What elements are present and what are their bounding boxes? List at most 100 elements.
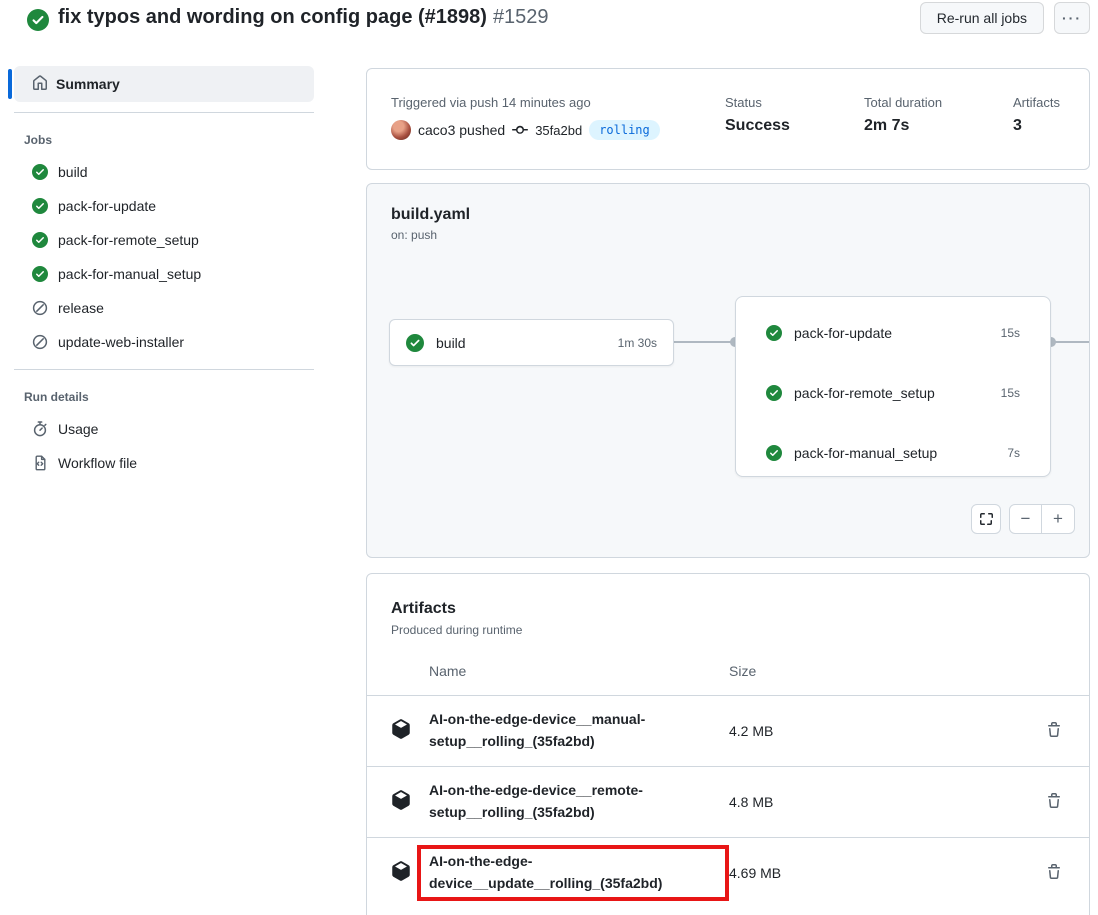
package-icon [391,790,411,810]
graph-job-pack-for-update[interactable]: pack-for-update 15s [736,309,1050,357]
package-icon [391,861,411,881]
sidebar-job-update-web-installer[interactable]: update-web-installer [0,325,341,359]
jobs-list: build pack-for-update pack-for-remote_setu… [0,155,341,359]
artifacts-subtitle: Produced during runtime [367,618,1089,637]
artifact-row: AI-on-the-edge-device__update__rolling_(… [367,837,1089,908]
sidebar-item-summary[interactable]: Summary [8,66,314,102]
skip-icon [32,300,48,316]
check-circle-icon [32,232,48,248]
artifact-name-link[interactable]: AI-on-the-edge-device__manual-setup__rol… [429,709,729,752]
workflow-graph-card: build.yaml on: push build 1m 30s pack-fo… [366,183,1090,558]
sidebar-summary-label: Summary [56,76,120,92]
graph-job-pack-for-manual_setup[interactable]: pack-for-manual_setup7s [736,429,1050,477]
artifacts-table-body: AI-on-the-edge-device__manual-setup__rol… [367,695,1089,908]
avatar[interactable] [391,120,411,140]
artifact-row: AI-on-the-edge-device__remote-setup__rol… [367,766,1089,837]
trash-icon [1046,864,1062,880]
delete-artifact-button[interactable] [1043,862,1065,884]
graph-edge [674,341,735,343]
run-title-text: fix typos and wording on config page (#1… [58,6,487,28]
actor-pushed-text[interactable]: caco3 pushed [418,122,505,138]
run-details-heading: Run details [24,390,341,404]
artifact-name-link[interactable]: AI-on-the-edge-device__remote-setup__rol… [429,780,729,823]
file-code-icon [32,455,48,471]
job-label: pack-for-remote_setup [58,232,199,248]
skip-icon [32,334,48,350]
more-options-button[interactable]: ··· [1054,2,1090,34]
job-label: pack-for-update [794,325,989,341]
trigger-line: Triggered via push 14 minutes ago [391,95,725,110]
run-detail-label: Usage [58,421,98,437]
job-label: pack-for-remote_setup [794,385,989,401]
check-circle-icon [32,198,48,214]
sidebar-job-pack-for-update[interactable]: pack-for-update [0,189,341,223]
sidebar-divider [14,112,314,113]
sidebar-job-release[interactable]: release [0,291,341,325]
status-label: Status [725,95,864,110]
artifact-row: AI-on-the-edge-device__manual-setup__rol… [367,695,1089,766]
trash-icon [1046,722,1062,738]
graph-controls: − + [971,504,1075,534]
artifact-name-text: AI-on-the-edge-device__remote-setup__rol… [429,782,643,820]
delete-artifact-button[interactable] [1043,720,1065,742]
screen-full-icon [978,511,994,527]
workflow-file-name: build.yaml [367,184,1089,224]
page-title: fix typos and wording on config page (#1… [58,6,549,29]
commit-sha-link[interactable]: 35fa2bd [535,123,582,138]
annotation-highlight-box: AI-on-the-edge-device__update__rolling_(… [417,845,729,900]
branch-badge[interactable]: rolling [589,120,660,140]
job-label: update-web-installer [58,334,184,350]
artifacts-card: Artifacts Produced during runtime Name S… [366,573,1090,915]
job-label: build [436,335,606,351]
graph-job-group: pack-for-update 15s pack-for-remote_setup 1… [735,296,1051,477]
git-commit-icon [512,122,528,138]
graph-job-pack-for-remote_setup[interactable]: pack-for-remote_setup 15s [736,369,1050,417]
trash-icon [1046,793,1062,809]
job-label: pack-for-manual_setup [794,445,995,461]
sidebar-item-usage[interactable]: Usage [0,412,341,446]
sidebar-divider [14,369,314,370]
artifact-size: 4.8 MB [729,794,1043,810]
check-circle-icon [766,325,782,341]
sidebar-item-workflow-file[interactable]: Workflow file [0,446,341,480]
delete-artifact-button[interactable] [1043,791,1065,813]
zoom-in-button[interactable]: + [1042,505,1074,533]
duration-label: Total duration [864,95,1013,110]
jobs-heading: Jobs [24,133,341,147]
artifacts-count-value: 3 [1013,117,1089,135]
column-header-size: Size [729,663,1043,679]
check-circle-icon [27,9,49,36]
rerun-all-jobs-button[interactable]: Re-run all jobs [920,2,1044,34]
artifact-size: 4.69 MB [729,865,1043,881]
run-summary-card: Triggered via push 14 minutes ago caco3 … [366,68,1090,170]
duration-value: 2m 7s [864,117,1013,135]
graph-edge [1051,341,1090,343]
artifacts-table-header: Name Size [367,663,1089,695]
workflow-trigger: on: push [367,224,1089,242]
run-number: #1529 [493,6,549,28]
job-duration: 15s [1001,326,1020,340]
zoom-control: − + [1009,504,1075,534]
sidebar: Summary Jobs build pack-for-update pack-fo… [0,66,341,480]
status-value: Success [725,117,864,135]
check-circle-icon [766,445,782,461]
header-actions: Re-run all jobs ··· [920,2,1090,34]
sidebar-job-pack-for-remote_setup[interactable]: pack-for-remote_setup [0,223,341,257]
zoom-out-button[interactable]: − [1010,505,1042,533]
artifacts-count-label: Artifacts [1013,95,1089,110]
check-circle-icon [32,266,48,282]
check-circle-icon [406,334,424,352]
job-label: build [58,164,88,180]
graph-job-build[interactable]: build 1m 30s [389,319,674,366]
run-header: fix typos and wording on config page (#1… [0,0,1098,56]
fullscreen-button[interactable] [971,504,1001,534]
artifact-name-link[interactable]: AI-on-the-edge-device__update__rolling_(… [429,851,729,894]
job-label: pack-for-manual_setup [58,266,201,282]
sidebar-job-build[interactable]: build [0,155,341,189]
job-duration: 15s [1001,386,1020,400]
workflow-run-page: fix typos and wording on config page (#1… [0,0,1098,915]
sidebar-job-pack-for-manual_setup[interactable]: pack-for-manual_setup [0,257,341,291]
selected-accent-bar [8,69,12,99]
run-detail-label: Workflow file [58,455,137,471]
main-content: Triggered via push 14 minutes ago caco3 … [366,68,1090,915]
